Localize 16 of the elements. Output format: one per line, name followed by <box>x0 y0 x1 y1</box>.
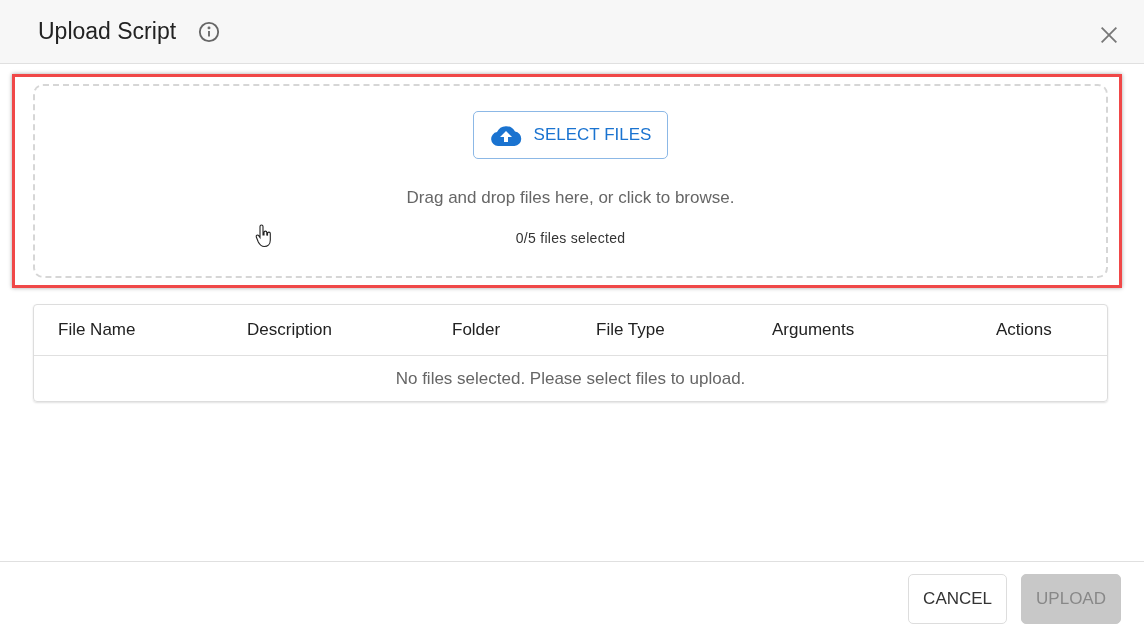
cloud-upload-icon <box>489 124 522 146</box>
column-header: Arguments <box>772 320 856 340</box>
column-header: Folder <box>452 320 502 340</box>
drop-zone[interactable]: SELECT FILES Drag and drop files here, or click to browse. 0/5 files selected <box>33 84 1108 278</box>
empty-message: No files selected. Please select files to upload. <box>394 367 747 390</box>
hand-cursor-icon <box>255 224 273 248</box>
column-header: File Type <box>596 320 666 340</box>
select-files-button[interactable]: SELECT FILES <box>472 111 669 159</box>
column-header: File Name <box>58 320 137 340</box>
file-count: 0/5 files selected <box>515 230 626 246</box>
column-header: Actions <box>996 320 1053 340</box>
dialog-button[interactable]: CANCEL <box>908 573 1008 624</box>
dialog-title: Upload Script <box>38 18 177 45</box>
info-icon[interactable] <box>198 20 221 43</box>
column-header: Description <box>247 320 334 340</box>
drop-hint: Drag and drop files here, or click to browse. <box>406 188 735 208</box>
